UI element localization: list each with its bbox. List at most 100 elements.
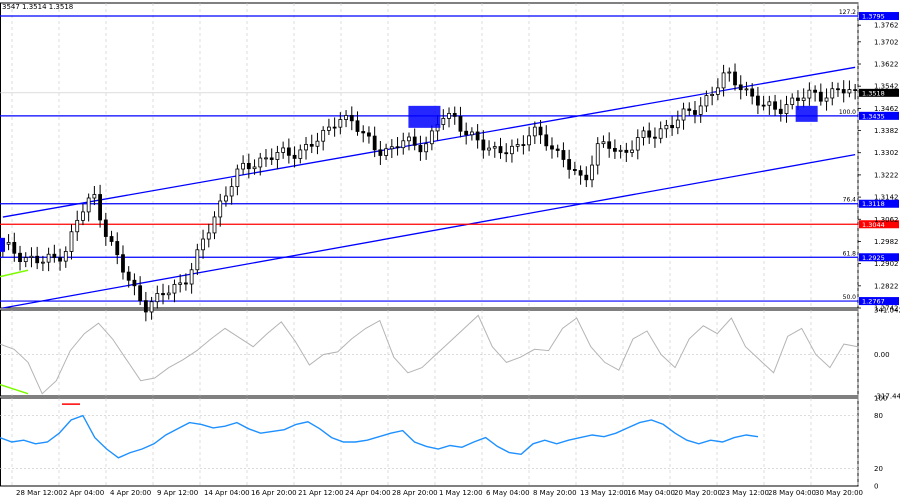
x-tick-label: 14 Apr 04:00 (204, 489, 250, 497)
y-tick-label: 1.3702 (874, 38, 899, 46)
candle-body (355, 120, 360, 132)
candle-body (824, 97, 829, 102)
candle-body (6, 241, 11, 245)
x-tick-label: 28 May 04:00 (768, 489, 816, 497)
candle-body (813, 89, 817, 93)
candle-body (521, 144, 526, 146)
candle-body (853, 89, 858, 91)
candle-body (761, 104, 766, 107)
candle-body (790, 97, 795, 105)
divergence-line (0, 269, 29, 278)
candle-body (75, 219, 80, 233)
x-tick-label: 6 May 04:00 (486, 489, 530, 497)
y-tick-label: 1.3062 (874, 216, 899, 224)
candle-body (481, 139, 486, 151)
cci-oscillator: 341.04230.00-317.444 (0, 307, 900, 401)
x-tick-label: 1 May 12:00 (439, 489, 483, 497)
candle-body (218, 200, 223, 218)
candle-body (658, 128, 663, 139)
x-tick-label: 16 Apr 20:00 (251, 489, 297, 497)
x-tick-label: 4 Apr 20:00 (110, 489, 151, 497)
candle-body (847, 89, 852, 94)
candle-body (98, 194, 102, 221)
candle-body (241, 162, 246, 170)
candle-body (538, 126, 543, 136)
candle-body (309, 143, 314, 147)
candle-body (235, 168, 240, 188)
candle-body (321, 129, 326, 142)
candle-body (115, 241, 120, 256)
candle-body (143, 300, 148, 313)
x-tick-label: 20 May 20:00 (674, 489, 722, 497)
candle-body (332, 126, 337, 129)
candle-body (149, 301, 154, 313)
candle-body (487, 147, 491, 151)
candle-body (132, 279, 137, 287)
candle-body (183, 282, 188, 285)
x-tick-label: 30 May 20:00 (815, 489, 863, 497)
candle-body (504, 152, 509, 155)
candle-body (578, 170, 583, 176)
candle-body (401, 140, 406, 149)
y-tick-label: 1.3382 (874, 127, 899, 135)
candle-body (92, 194, 97, 199)
candle-body (12, 241, 17, 254)
x-tick-label: 28 Mar 12:00 (16, 489, 63, 497)
candle-body (121, 254, 125, 273)
candle-body (389, 146, 394, 150)
y-tick-label: 1.3622 (874, 61, 899, 69)
candle-body (344, 115, 348, 120)
candle-body (206, 232, 211, 240)
candle-body (590, 164, 594, 181)
candle-body (326, 126, 331, 131)
candle-body (796, 97, 800, 101)
candle-body (23, 257, 28, 263)
candle-body (710, 93, 715, 96)
signal-box-marker (0, 237, 5, 252)
candle-body (298, 149, 303, 159)
chart-canvas[interactable]: 127.2 1.3795100.0 1.343576.4 1.31181.304461… (0, 0, 900, 500)
candle-body (407, 136, 411, 142)
candle-body (738, 84, 743, 91)
divergence-line (0, 383, 29, 395)
candle-body (550, 145, 554, 150)
candle-body (269, 157, 274, 160)
candle-body (830, 88, 835, 99)
candle-body (41, 261, 45, 264)
candle-body (601, 141, 606, 145)
candle-body (286, 147, 291, 156)
candle-body (807, 89, 812, 99)
candle-body (424, 143, 429, 153)
y-tick-label: 1.3462 (874, 105, 899, 113)
y-tick-label: 1.3542 (874, 83, 899, 91)
level-name: 50.0 (843, 294, 857, 301)
trend-channel (2, 66, 856, 309)
candle-body (750, 88, 755, 97)
candle-body (109, 236, 114, 242)
signal-box-marker (408, 105, 441, 128)
rsi-series-line (0, 414, 759, 459)
rsi-tick-label: 80 (874, 412, 883, 420)
channel-lower-line (2, 154, 856, 309)
candle-body (773, 101, 777, 110)
candle-body (498, 146, 503, 154)
y-tick-label: 1.3762 (874, 22, 899, 30)
y-tick-label: 1.2982 (874, 238, 899, 246)
candle-body (613, 147, 617, 152)
x-tick-label: 23 May 12:00 (721, 489, 769, 497)
candle-body (258, 157, 263, 168)
candle-body (29, 255, 34, 258)
x-tick-label: 16 May 04:00 (627, 489, 675, 497)
candle-body (103, 219, 108, 237)
candle-body (818, 91, 823, 102)
level-price-label: 1.3435 (862, 112, 885, 120)
x-tick-label: 2 Apr 04:00 (63, 489, 104, 497)
candle-body (715, 87, 720, 95)
candle-body (653, 136, 657, 139)
candle-body (252, 166, 257, 170)
candle-body (58, 257, 62, 262)
candle-body (532, 126, 537, 137)
x-tick-label: 8 May 20:00 (533, 489, 577, 497)
candle-body (767, 101, 772, 106)
y-tick-label: 1.2902 (874, 260, 899, 268)
